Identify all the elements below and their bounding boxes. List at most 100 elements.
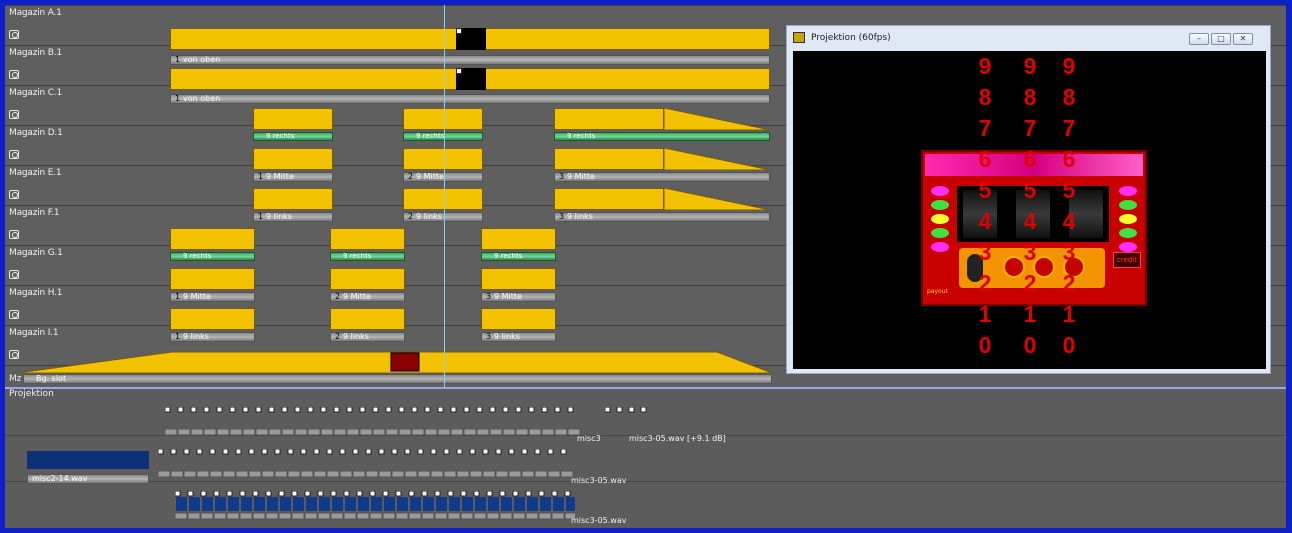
audio-clip-bar[interactable]	[356, 512, 370, 520]
audio-clip-bar[interactable]	[226, 512, 240, 520]
audio-clip-bar[interactable]	[339, 470, 353, 478]
audio-handle[interactable]	[343, 491, 350, 497]
audio-clip-bar[interactable]	[395, 512, 409, 520]
audio-clip-bar[interactable]	[190, 428, 204, 436]
audio-handle[interactable]	[521, 449, 528, 455]
audio-block[interactable]	[514, 497, 525, 511]
camera-icon[interactable]	[9, 190, 19, 199]
audio-handle[interactable]	[242, 407, 249, 413]
audio-clip-group-1[interactable]	[165, 407, 585, 441]
audio-handle[interactable]	[476, 407, 483, 413]
audio-handle[interactable]	[177, 407, 184, 413]
audio-clip-bar[interactable]	[372, 428, 386, 436]
audio-handle[interactable]	[330, 491, 337, 497]
audio-block[interactable]	[436, 497, 447, 511]
audio-clip-bar[interactable]	[278, 512, 292, 520]
audio-handle[interactable]	[515, 407, 522, 413]
audio-handle[interactable]	[170, 449, 177, 455]
audio-block[interactable]	[306, 497, 317, 511]
maximize-button[interactable]: □	[1211, 33, 1231, 45]
audio-clip-bar[interactable]	[382, 512, 396, 520]
audio-handle[interactable]	[385, 407, 392, 413]
audio-handle[interactable]	[447, 491, 454, 497]
audio-handle[interactable]	[203, 407, 210, 413]
camera-icon[interactable]	[9, 150, 19, 159]
audio-handle[interactable]	[313, 449, 320, 455]
audio-handle[interactable]	[512, 491, 519, 497]
audio-block[interactable]	[566, 497, 575, 511]
clip-b1-bar[interactable]: 1 von oben	[170, 55, 770, 65]
clip-d3[interactable]	[554, 108, 664, 130]
audio-clip-bar[interactable]	[196, 470, 210, 478]
audio-handle[interactable]	[359, 407, 366, 413]
audio-clip-bar[interactable]	[456, 470, 470, 478]
audio-handle[interactable]	[605, 407, 611, 413]
audio-handle[interactable]	[473, 491, 480, 497]
audio-clip-bar[interactable]	[274, 470, 288, 478]
clip-d1[interactable]	[253, 108, 333, 130]
audio-block[interactable]	[462, 497, 473, 511]
audio-clip-bar[interactable]	[365, 470, 379, 478]
audio-handle[interactable]	[175, 491, 181, 497]
audio-clip-bar[interactable]	[200, 512, 214, 520]
audio-handle[interactable]	[640, 407, 647, 413]
clip-e1-bar[interactable]: 19 Mitte	[253, 172, 333, 182]
audio-handle[interactable]	[346, 407, 353, 413]
audio-clip-bar[interactable]	[177, 428, 191, 436]
audio-clip-bar[interactable]	[551, 512, 565, 520]
audio-handle[interactable]	[564, 491, 571, 497]
clip-mz-bar[interactable]: Bg. slot	[23, 374, 772, 384]
audio-handle[interactable]	[287, 449, 294, 455]
audio-block[interactable]	[475, 497, 486, 511]
clip-h2[interactable]	[330, 268, 405, 290]
audio-block[interactable]	[553, 497, 564, 511]
clip-e1[interactable]	[253, 148, 333, 170]
audio-handle[interactable]	[304, 491, 311, 497]
audio-block[interactable]	[371, 497, 382, 511]
audio-clip-bar[interactable]	[460, 512, 474, 520]
minimize-button[interactable]: –	[1189, 33, 1209, 45]
audio-handle[interactable]	[508, 449, 515, 455]
audio-block[interactable]	[241, 497, 252, 511]
clip-e3-bar[interactable]: 39 Mitte	[554, 172, 770, 182]
audio-handle[interactable]	[434, 491, 441, 497]
audio-block[interactable]	[293, 497, 304, 511]
audio-handle[interactable]	[339, 449, 346, 455]
audio-handle[interactable]	[547, 449, 554, 455]
audio-handle[interactable]	[213, 491, 220, 497]
audio-handle[interactable]	[209, 449, 216, 455]
audio-handle[interactable]	[502, 407, 509, 413]
clip-g1[interactable]	[170, 228, 255, 250]
audio-clip-bar[interactable]	[287, 470, 301, 478]
audio-handle[interactable]	[460, 491, 467, 497]
clip-d1-bar[interactable]: 9 rechts	[253, 132, 333, 141]
audio-clip-bar[interactable]	[411, 428, 425, 436]
audio-clip-bar[interactable]	[424, 428, 438, 436]
audio-handle[interactable]	[333, 407, 340, 413]
clip-h1[interactable]	[170, 268, 255, 290]
audio-handle[interactable]	[261, 449, 268, 455]
audio-handle[interactable]	[424, 407, 431, 413]
audio-handle[interactable]	[463, 407, 470, 413]
audio-clip-bar[interactable]	[434, 512, 448, 520]
audio-block[interactable]	[254, 497, 265, 511]
audio-clip-bar[interactable]	[398, 428, 412, 436]
clip-f3-fade[interactable]	[664, 188, 770, 210]
clip-g3[interactable]	[481, 228, 556, 250]
audio-block[interactable]	[215, 497, 226, 511]
audio-clip-bar[interactable]	[482, 470, 496, 478]
audio-handle[interactable]	[486, 491, 493, 497]
audio-clip-bar[interactable]	[437, 428, 451, 436]
audio-handle[interactable]	[525, 491, 532, 497]
audio-block[interactable]	[527, 497, 538, 511]
audio-clip-bar[interactable]	[515, 428, 529, 436]
projection-window[interactable]: Projektion (60fps) – □ ✕ credit payout 9…	[786, 25, 1271, 374]
audio-clip-bar[interactable]	[359, 428, 373, 436]
audio-handle[interactable]	[229, 407, 236, 413]
clip-e2[interactable]	[403, 148, 483, 170]
clip-i2[interactable]	[330, 308, 405, 330]
audio-handle[interactable]	[391, 449, 398, 455]
audio-handle[interactable]	[300, 449, 307, 455]
audio-clip-bar[interactable]	[261, 470, 275, 478]
audio-clip-bar[interactable]	[229, 428, 243, 436]
